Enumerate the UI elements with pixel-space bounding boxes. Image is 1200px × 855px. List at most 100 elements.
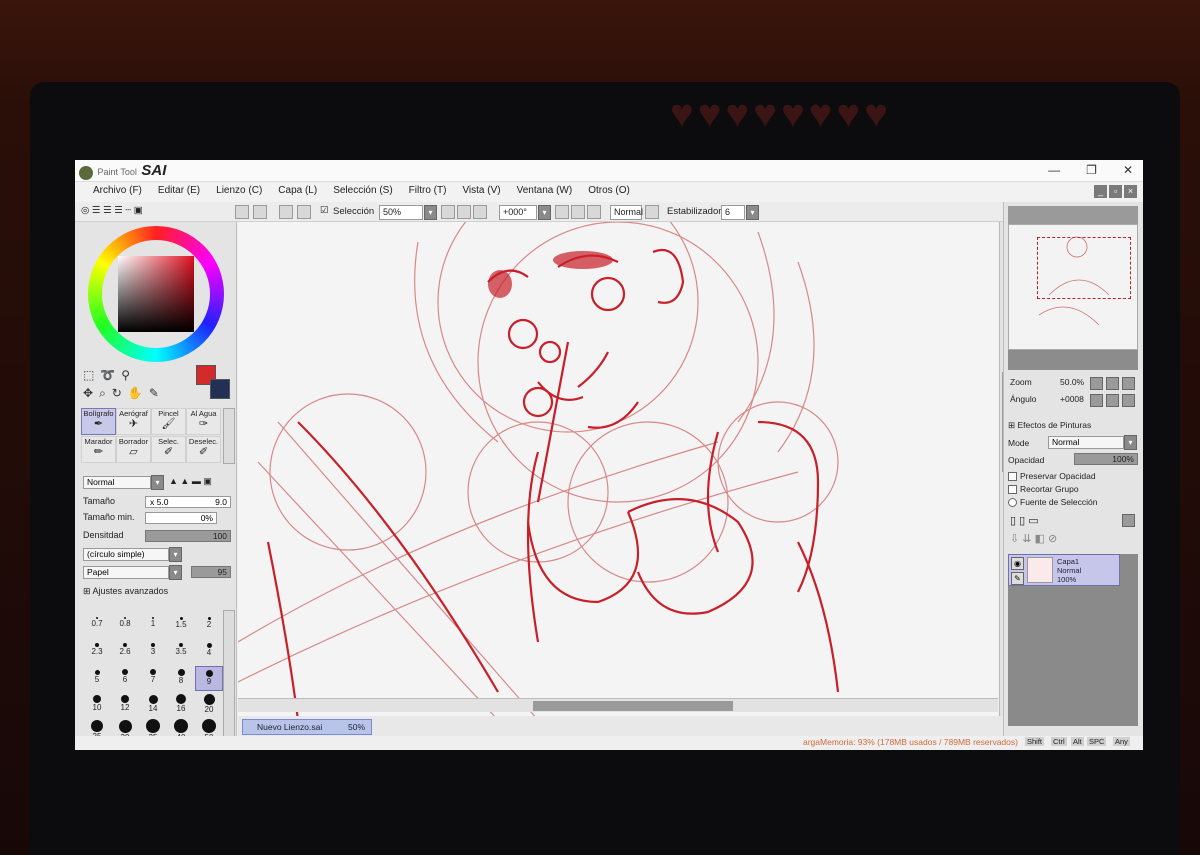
brush-size-option[interactable]: 7	[139, 666, 167, 691]
brush-pincel[interactable]: Pincel 🖌	[151, 408, 186, 435]
brush-size-option[interactable]: 2.3	[83, 639, 111, 664]
clear-layer-icon[interactable]: ◧	[1035, 533, 1045, 545]
doc-restore-button[interactable]: ▫	[1109, 185, 1122, 198]
move-icon[interactable]: ✥	[83, 386, 93, 401]
redo-button[interactable]	[253, 205, 267, 219]
blend-mode-field[interactable]: Normal	[610, 205, 643, 220]
brush-size-option[interactable]: 6	[111, 666, 139, 691]
brush-shape-select[interactable]: (círculo simple)	[83, 548, 169, 561]
stabilizer-dropdown-icon[interactable]: ▾	[746, 205, 759, 220]
menu-capa[interactable]: Capa (L)	[270, 182, 325, 202]
rect-select-icon[interactable]: ⬚	[83, 368, 94, 382]
drawing-canvas[interactable]	[238, 222, 998, 720]
layer-mode-select[interactable]: Normal	[1048, 436, 1124, 449]
document-tab[interactable]: Nuevo Lienzo.sai 50%	[242, 719, 372, 735]
menu-ventana[interactable]: Ventana (W)	[509, 182, 581, 202]
visibility-eye-icon[interactable]: ◉	[1011, 557, 1024, 570]
brush-size-option[interactable]: 9	[195, 666, 223, 691]
brush-shape-dropdown-icon[interactable]: ▾	[169, 547, 182, 562]
brush-boligrafo[interactable]: Bolígrafo ✒	[81, 408, 116, 435]
brush-marcador[interactable]: Marador ✏	[81, 436, 116, 463]
selection-source-radio[interactable]	[1008, 498, 1017, 507]
density-slider[interactable]: 100	[145, 530, 231, 542]
layer-item[interactable]: ◉ ✎ Capa1 Normal 100%	[1008, 554, 1120, 586]
zoom-dropdown-icon[interactable]: ▾	[424, 205, 437, 220]
layer-opacity-slider[interactable]: 100%	[1074, 453, 1138, 465]
rotate-icon[interactable]: ↻	[112, 386, 122, 401]
brush-selec[interactable]: Selec. ✐	[151, 436, 186, 463]
brush-size-option[interactable]: 14	[139, 693, 167, 718]
paint-effects-section[interactable]: ⊞ Efectos de Pinturas	[1008, 420, 1091, 431]
rotation-dropdown-icon[interactable]: ▾	[538, 205, 551, 220]
clip-group-checkbox[interactable]	[1008, 485, 1017, 494]
rotate-left-button[interactable]	[555, 205, 569, 219]
brush-size-option[interactable]: 1	[139, 612, 167, 637]
invert-selection-button[interactable]	[297, 205, 311, 219]
nav-rotate-left-button[interactable]	[1090, 394, 1103, 407]
flip-button[interactable]	[645, 205, 659, 219]
brush-size-option[interactable]: 1.5	[167, 612, 195, 637]
brush-size-option[interactable]: 0.7	[83, 612, 111, 637]
transfer-down-icon[interactable]: ⇩	[1010, 533, 1019, 545]
maximize-button[interactable]: ❐	[1086, 163, 1097, 177]
view-mode-icons[interactable]: ◎ ☰ ☰ ☰ ┄ ▣	[81, 205, 143, 219]
new-layer-icon[interactable]: ▯	[1010, 515, 1016, 527]
brush-size-option[interactable]: 3.5	[167, 639, 195, 664]
rotate-reset-button[interactable]	[587, 205, 601, 219]
stabilizer-field[interactable]: 6	[721, 205, 745, 220]
doc-minimize-button[interactable]: _	[1094, 185, 1107, 198]
menu-otros[interactable]: Otros (O)	[580, 182, 638, 202]
min-size-field[interactable]: 0%	[145, 512, 217, 524]
brush-borrador[interactable]: Borrador ▱	[116, 436, 151, 463]
zoom-icon[interactable]: ⌕	[99, 386, 106, 401]
menu-editar[interactable]: Editar (E)	[150, 182, 208, 202]
menu-archivo[interactable]: Archivo (F)	[85, 182, 150, 202]
menu-lienzo[interactable]: Lienzo (C)	[208, 182, 270, 202]
nav-rotate-right-button[interactable]	[1106, 394, 1119, 407]
rotate-right-button[interactable]	[571, 205, 585, 219]
canvas-hscroll-thumb[interactable]	[533, 701, 733, 711]
nav-zoom-value[interactable]: 50.0%	[1060, 377, 1084, 387]
new-linework-layer-icon[interactable]: ▯	[1019, 515, 1025, 527]
brush-size-scrollbar[interactable]	[223, 610, 235, 748]
magic-wand-icon[interactable]: ⚲	[121, 368, 130, 382]
delete-layer-icon[interactable]: ⊘	[1048, 533, 1057, 545]
nav-zoom-in-button[interactable]	[1106, 377, 1119, 390]
menu-filtro[interactable]: Filtro (T)	[401, 182, 455, 202]
eyedropper-icon[interactable]: ✎	[149, 386, 159, 401]
color-wheel[interactable]	[88, 226, 224, 362]
undo-button[interactable]	[235, 205, 249, 219]
nav-rotate-reset-button[interactable]	[1122, 394, 1135, 407]
nav-zoom-out-button[interactable]	[1090, 377, 1103, 390]
texture-dropdown-icon[interactable]: ▾	[169, 565, 182, 580]
brush-size-option[interactable]: 2.6	[111, 639, 139, 664]
texture-select[interactable]: Papel	[83, 566, 169, 579]
preserve-opacity-checkbox[interactable]	[1008, 472, 1017, 481]
doc-close-button[interactable]: ×	[1124, 185, 1137, 198]
canvas-horizontal-scrollbar[interactable]	[238, 698, 998, 712]
brush-size-option[interactable]: 3	[139, 639, 167, 664]
deselect-button[interactable]	[279, 205, 293, 219]
brush-size-option[interactable]: 2	[195, 612, 223, 637]
zoom-field[interactable]: 50%	[379, 205, 423, 220]
layer-mode-dropdown-icon[interactable]: ▾	[1124, 435, 1137, 450]
brush-size-option[interactable]: 20	[195, 693, 223, 718]
zoom-in-button[interactable]	[457, 205, 471, 219]
texture-strength-slider[interactable]: 95	[191, 566, 231, 578]
saturation-value-square[interactable]	[118, 256, 194, 332]
brush-aerografo[interactable]: Aerógraf ✈	[116, 408, 151, 435]
lasso-icon[interactable]: ➰	[100, 368, 115, 382]
navigator-preview[interactable]	[1008, 224, 1138, 350]
hand-icon[interactable]: ✋	[128, 386, 143, 401]
brush-al-agua[interactable]: Al Agua ✑	[186, 408, 221, 435]
brush-size-option[interactable]: 5	[83, 666, 111, 691]
selection-checkbox[interactable]: ☑	[320, 205, 329, 219]
brush-blend-dropdown-icon[interactable]: ▾	[151, 475, 164, 490]
new-folder-icon[interactable]: ▭	[1028, 515, 1038, 527]
brush-blend-mode[interactable]: Normal	[83, 476, 151, 489]
brush-shape-icons[interactable]: ▲ ▲ ▬ ▣	[169, 476, 212, 487]
brush-size-option[interactable]: 4	[195, 639, 223, 664]
size-field[interactable]: x 5.0 9.0	[145, 496, 231, 508]
brush-size-option[interactable]: 16	[167, 693, 195, 718]
rotation-field[interactable]: +000°	[499, 205, 537, 220]
